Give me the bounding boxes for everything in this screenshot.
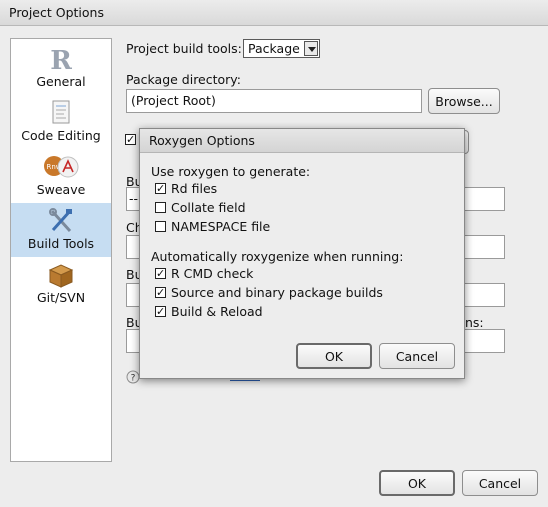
package-builds-label: Source and binary package builds [171, 285, 383, 300]
build-tools-select[interactable]: Package [243, 39, 320, 58]
build-reload-label: Build & Reload [171, 304, 263, 319]
collate-field-label: Collate field [171, 200, 246, 215]
package-box-icon [48, 264, 74, 288]
install-args-field-end[interactable] [462, 187, 505, 211]
package-builds-checkbox[interactable]: ✓ [155, 287, 166, 298]
sidebar-item-code-editing[interactable]: Code Editing [11, 95, 111, 149]
sidebar-item-git-svn[interactable]: Git/SVN [11, 257, 111, 311]
build-reload-checkbox[interactable]: ✓ [155, 306, 166, 317]
use-roxygen-checkbox[interactable]: ✓ [125, 134, 136, 145]
build-binary-args-label-end: ns: [465, 315, 484, 330]
r-logo-icon: R [50, 46, 72, 73]
dialog-ok-button[interactable]: OK [296, 343, 372, 369]
build-binary-args-field-end[interactable] [462, 329, 505, 353]
build-tools-label: Project build tools: [126, 41, 242, 56]
check-args-field-end[interactable] [462, 235, 505, 259]
build-tools-value: Package [248, 41, 300, 56]
sidebar-item-label: Git/SVN [36, 290, 86, 305]
sidebar: R General Code Editing Rnw Sweave Build … [10, 38, 112, 462]
r-cmd-check-label: R CMD check [171, 266, 254, 281]
dialog-title-bar: Roxygen Options [140, 129, 464, 153]
svg-text:R: R [50, 46, 72, 73]
build-tools-icon [49, 208, 72, 233]
generate-heading: Use roxygen to generate: [151, 164, 311, 179]
window-title-bar: Project Options [0, 0, 548, 26]
svg-text:?: ? [131, 374, 136, 384]
sidebar-item-label: General [36, 74, 86, 89]
ok-button[interactable]: OK [379, 470, 455, 496]
collate-field-checkbox[interactable] [155, 202, 166, 213]
sidebar-item-label: Sweave [36, 182, 86, 197]
window-title: Project Options [9, 5, 104, 20]
rd-files-checkbox[interactable]: ✓ [155, 183, 166, 194]
install-args-field[interactable]: -- [126, 187, 140, 211]
help-icon[interactable]: ? [126, 370, 140, 384]
auto-heading: Automatically roxygenize when running: [151, 249, 404, 264]
build-source-args-field-end[interactable] [462, 283, 505, 307]
namespace-file-checkbox[interactable] [155, 221, 166, 232]
build-source-args-field[interactable] [126, 283, 140, 307]
build-binary-args-field[interactable] [126, 329, 140, 353]
browse-button[interactable]: Browse... [428, 88, 500, 114]
package-directory-field[interactable]: (Project Root) [126, 89, 422, 113]
package-directory-label: Package directory: [126, 72, 242, 87]
rd-files-label: Rd files [171, 181, 218, 196]
sidebar-item-sweave[interactable]: Rnw Sweave [11, 149, 111, 203]
sidebar-item-build-tools[interactable]: Build Tools [11, 203, 111, 257]
sidebar-item-general[interactable]: R General [11, 41, 111, 95]
namespace-file-label: NAMESPACE file [171, 219, 271, 234]
sweave-icon: Rnw [44, 156, 79, 178]
sidebar-item-label: Code Editing [21, 128, 101, 143]
dialog-cancel-button[interactable]: Cancel [379, 343, 455, 369]
chevron-down-icon[interactable] [304, 41, 318, 56]
check-args-field[interactable] [126, 235, 140, 259]
document-icon [52, 100, 70, 124]
roxygen-options-dialog: Roxygen Options Use roxygen to generate:… [139, 128, 465, 379]
sidebar-item-label: Build Tools [27, 236, 95, 251]
dialog-title: Roxygen Options [149, 133, 255, 148]
cancel-button[interactable]: Cancel [462, 470, 538, 496]
r-cmd-check-checkbox[interactable]: ✓ [155, 268, 166, 279]
